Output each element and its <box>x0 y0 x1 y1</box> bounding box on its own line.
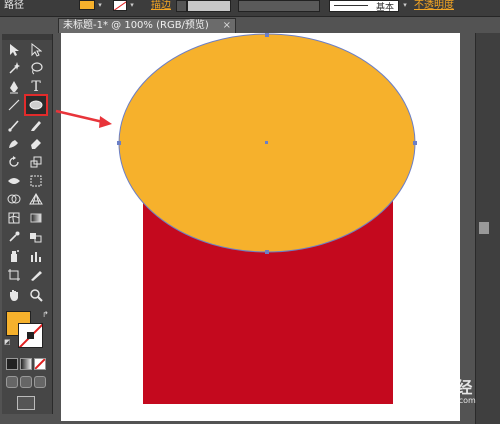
watermark-sub: jingyan.baidu.com <box>402 396 476 405</box>
stroke-inner-square <box>27 332 34 339</box>
anchor-right <box>413 141 417 145</box>
arrow-head <box>99 116 112 128</box>
anchor-bottom <box>265 250 269 254</box>
baidu-watermark: Baidu经验 jingyan.baidu.com <box>380 370 490 421</box>
annotation-arrow <box>55 109 112 128</box>
arrow-shaft <box>55 109 104 124</box>
anchor-top <box>265 33 269 37</box>
anchor-left <box>117 141 121 145</box>
artwork-layer <box>55 33 417 404</box>
ellipse-center-point <box>265 141 268 144</box>
